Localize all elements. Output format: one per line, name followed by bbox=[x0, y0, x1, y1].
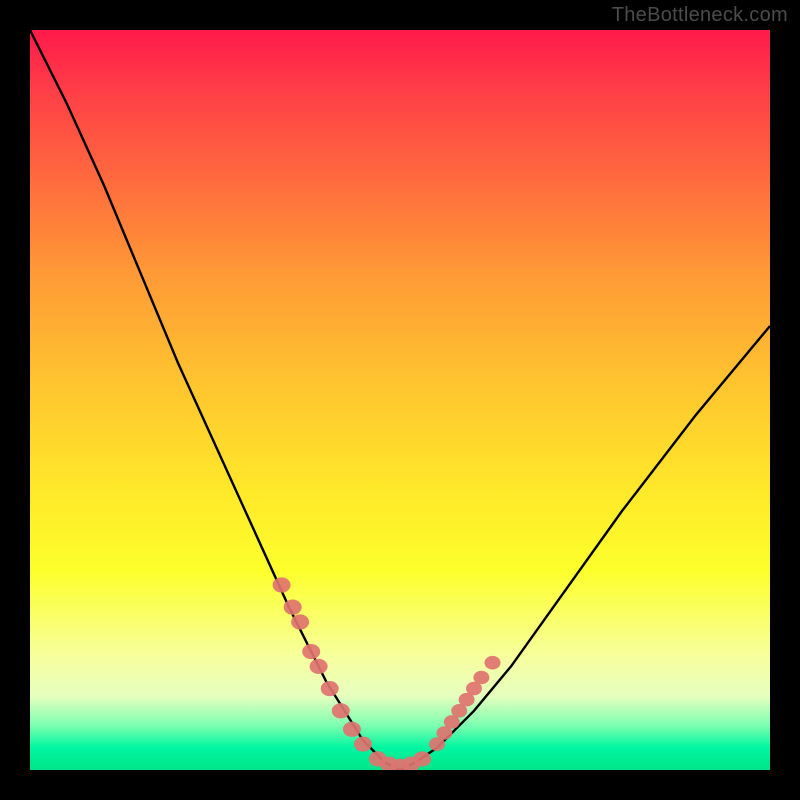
chart-svg bbox=[30, 30, 770, 770]
marker-cluster-bottom bbox=[369, 751, 431, 770]
marker-dot bbox=[310, 659, 328, 674]
marker-cluster-right bbox=[429, 656, 501, 751]
marker-dot bbox=[332, 703, 350, 718]
marker-dot bbox=[321, 681, 339, 696]
watermark-text: TheBottleneck.com bbox=[612, 4, 788, 27]
marker-dot bbox=[273, 577, 291, 592]
chart-frame: TheBottleneck.com bbox=[0, 0, 800, 800]
marker-dot bbox=[291, 614, 309, 629]
marker-dot bbox=[413, 751, 431, 766]
marker-dot bbox=[302, 644, 320, 659]
marker-dot bbox=[485, 656, 501, 670]
marker-dot bbox=[284, 600, 302, 615]
plot-area bbox=[30, 30, 770, 770]
bottleneck-curve bbox=[30, 30, 770, 770]
marker-dot bbox=[343, 722, 361, 737]
marker-cluster-left bbox=[273, 577, 372, 751]
marker-dot bbox=[473, 671, 489, 685]
marker-dot bbox=[354, 736, 372, 751]
